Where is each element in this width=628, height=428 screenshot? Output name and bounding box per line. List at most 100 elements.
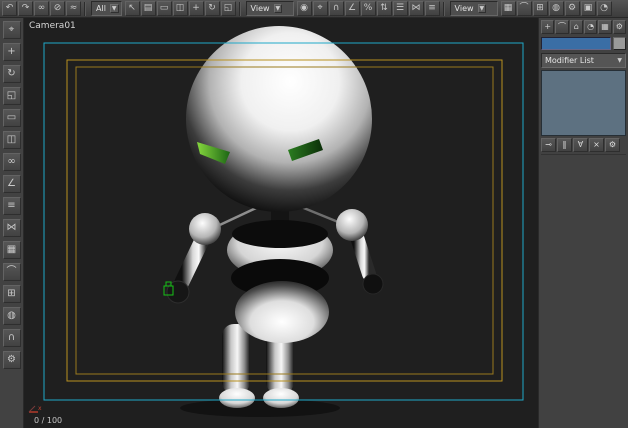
rectangular-selection-icon[interactable]: ▭ — [156, 1, 172, 16]
scale-tool-icon[interactable]: ◱ — [2, 87, 21, 105]
select-and-manipulate-icon[interactable]: ⌖ — [312, 1, 328, 16]
bind-to-spacewarp-icon[interactable]: ≈ — [66, 1, 81, 16]
show-end-result-icon[interactable]: ‖ — [557, 138, 572, 152]
side-toolbar: ⌖ + ↻ ◱ ▭ ◫ ∞ ∠ ≡ ⋈ ▦ ⌒ ⊞ ◍ ∩ ⚙ — [0, 18, 24, 428]
schematic-view-icon[interactable]: ⊞ — [532, 1, 548, 16]
chevron-down-icon: ▼ — [617, 57, 622, 64]
region-tool-icon[interactable]: ▭ — [2, 109, 21, 127]
select-and-rotate-icon[interactable]: ↻ — [204, 1, 220, 16]
toolbar-separator — [442, 1, 445, 16]
curve-editor-icon[interactable]: ⌒ — [516, 1, 532, 16]
frame-counter: 0 / 100 — [34, 416, 63, 425]
move-tool-icon[interactable]: + — [2, 43, 21, 61]
modifier-list-dropdown[interactable]: Modifier List ▼ — [541, 53, 626, 68]
robot-model[interactable] — [166, 26, 384, 417]
object-color-swatch[interactable] — [613, 37, 626, 50]
make-unique-icon[interactable]: ∀ — [573, 138, 588, 152]
toolbar-group-rendering: ▦ ⌒ ⊞ ◍ ⚙ ▣ ◔ — [500, 1, 612, 16]
select-object-icon[interactable]: ↖ — [124, 1, 140, 16]
utilities-tab-icon[interactable]: ⚙ — [612, 20, 626, 34]
object-name-row — [541, 37, 626, 50]
modifier-list-label: Modifier List — [545, 56, 594, 65]
chevron-down-icon: ▼ — [109, 4, 119, 13]
hierarchy-tab-icon[interactable]: ⌂ — [569, 20, 583, 34]
toolbar-group-snaps: ◉ ⌖ ∩ ∠% ⇅ ☰ ⋈ ≡ — [296, 1, 440, 16]
robot-right-hand — [362, 273, 384, 295]
rotate-tool-icon[interactable]: ↻ — [2, 65, 21, 83]
layer-manager-icon[interactable]: ▦ — [500, 1, 516, 16]
link-tool-icon[interactable]: ∞ — [2, 153, 21, 171]
named-selection-sets-icon[interactable]: ☰ — [392, 1, 408, 16]
render-setup-icon[interactable]: ⚙ — [564, 1, 580, 16]
chevron-down-icon: ▼ — [273, 4, 283, 13]
motion-tab-icon[interactable]: ◔ — [583, 20, 598, 34]
modifier-stack[interactable] — [541, 70, 626, 136]
modify-tab-icon[interactable]: ⌒ — [555, 20, 569, 34]
svg-text:x: x — [38, 405, 42, 412]
create-tab-icon[interactable]: + — [541, 20, 555, 34]
settings-tool-icon[interactable]: ⚙ — [2, 351, 21, 369]
quick-render-icon[interactable]: ◔ — [596, 1, 612, 16]
render-type-icon[interactable]: ▣ — [580, 1, 596, 16]
app-window: ↶ ↷ ∞ ⊘ ≈ All ▼ ↖ ▤ ▭ ◫ + ↻ ◱ View ▼ ◉ ⌖ ∩ ∠% ⇅ ☰ ⋈ ≡ Vie… — [0, 0, 628, 428]
snap-toggle-icon[interactable]: ∩ — [328, 1, 344, 16]
toolbar-group-selection: ↖ ▤ ▭ ◫ + ↻ ◱ — [124, 1, 236, 16]
view-dropdown-value: View — [454, 4, 474, 13]
pin-stack-icon[interactable]: ⊸ — [541, 138, 556, 152]
robot-chest-band — [232, 220, 328, 248]
undo-icon[interactable]: ↶ — [2, 1, 17, 16]
reference-coordinate-dropdown[interactable]: View ▼ — [245, 1, 294, 16]
ground-shadow — [180, 399, 340, 417]
robot-left-leg — [222, 324, 250, 394]
align-tool-icon[interactable]: ≡ — [2, 197, 21, 215]
reference-coordinate-value: View — [250, 4, 270, 13]
material-tool-icon[interactable]: ◍ — [2, 307, 21, 325]
robot-head — [186, 26, 372, 212]
material-editor-icon[interactable]: ◍ — [548, 1, 564, 16]
select-by-name-icon[interactable]: ▤ — [140, 1, 156, 16]
snap-tool-icon[interactable]: ∩ — [2, 329, 21, 347]
configure-modifier-sets-icon[interactable]: ⚙ — [605, 138, 620, 152]
toolbar-separator — [84, 1, 86, 16]
spinner-snap-icon[interactable]: ⇅ — [376, 1, 392, 16]
use-center-icon[interactable]: ◉ — [296, 1, 312, 16]
angle-snap-icon[interactable]: ∠ — [344, 1, 360, 16]
select-and-move-icon[interactable]: + — [188, 1, 204, 16]
command-panel-tabs: + ⌒ ⌂ ◔ ▦ ⚙ — [541, 20, 626, 34]
select-and-link-icon[interactable]: ∞ — [34, 1, 49, 16]
robot-right-foot — [263, 388, 299, 408]
redo-icon[interactable]: ↷ — [18, 1, 33, 16]
angle-tool-icon[interactable]: ∠ — [2, 175, 21, 193]
rollout-area — [541, 154, 626, 428]
main-toolbar: ↶ ↷ ∞ ⊘ ≈ All ▼ ↖ ▤ ▭ ◫ + ↻ ◱ View ▼ ◉ ⌖ ∩ ∠% ⇅ ☰ ⋈ ≡ Vie… — [0, 0, 628, 18]
toolbar-separator — [238, 1, 241, 16]
unlink-selection-icon[interactable]: ⊘ — [50, 1, 65, 16]
window-tool-icon[interactable]: ◫ — [2, 131, 21, 149]
select-and-scale-icon[interactable]: ◱ — [220, 1, 236, 16]
modifier-stack-toolbar: ⊸ ‖ ∀ × ⚙ — [541, 138, 626, 152]
align-icon[interactable]: ≡ — [424, 1, 440, 16]
percent-snap-icon[interactable]: % — [360, 1, 376, 16]
robot-left-hand — [166, 280, 190, 304]
scene-3d-render — [43, 26, 524, 417]
mirror-tool-icon[interactable]: ⋈ — [2, 219, 21, 237]
mirror-icon[interactable]: ⋈ — [408, 1, 424, 16]
viewport-label[interactable]: Camera01 — [29, 21, 76, 31]
view-dropdown[interactable]: View ▼ — [449, 1, 498, 16]
object-name-field[interactable] — [541, 37, 611, 50]
display-tab-icon[interactable]: ▦ — [598, 20, 612, 34]
robot-left-shoulder — [189, 213, 221, 245]
layers-tool-icon[interactable]: ▦ — [2, 241, 21, 259]
chevron-down-icon: ▼ — [477, 4, 487, 13]
robot-left-foot — [219, 388, 255, 408]
world-axis-icon: x — [28, 405, 42, 413]
remove-modifier-icon[interactable]: × — [589, 138, 604, 152]
window-crossing-icon[interactable]: ◫ — [172, 1, 188, 16]
curves-tool-icon[interactable]: ⌒ — [2, 263, 21, 281]
camera-viewport[interactable]: Camera01 x 0 / 100 — [24, 18, 538, 428]
selection-filter-dropdown[interactable]: All ▼ — [91, 1, 122, 16]
schematic-tool-icon[interactable]: ⊞ — [2, 285, 21, 303]
select-tool-icon[interactable]: ⌖ — [2, 21, 21, 39]
selection-filter-value: All — [96, 4, 106, 13]
robot-pelvis — [235, 281, 329, 343]
